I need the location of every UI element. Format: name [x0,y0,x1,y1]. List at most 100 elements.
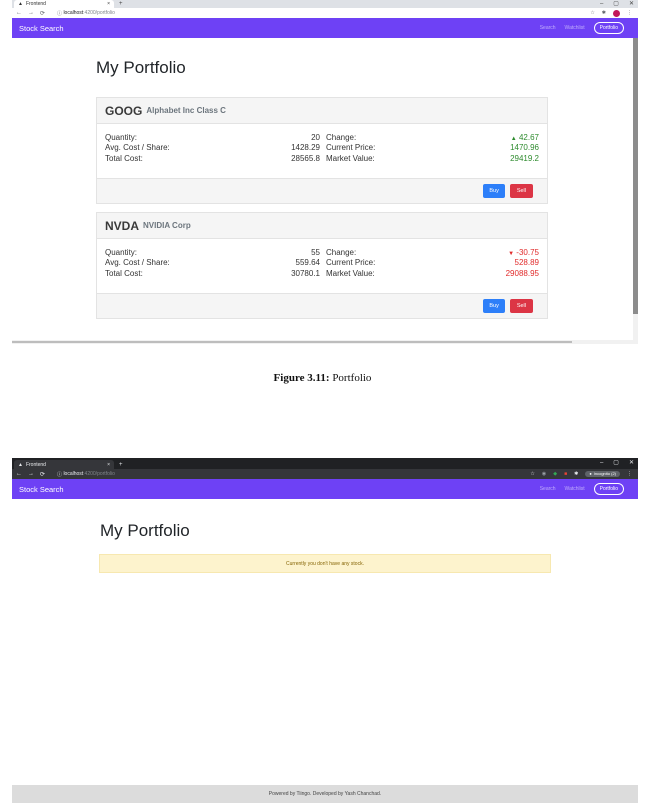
card-header: GOOG Alphabet Inc Class C [97,98,547,124]
url-host: localhost [63,10,84,16]
incognito-indicator[interactable]: ● Incognito (2) [585,471,620,477]
forward-icon[interactable]: → [28,471,34,477]
url-field[interactable]: ⓘ localhost:4200/portfolio [57,10,115,17]
figure-caption: Figure 3.11: Portfolio [0,372,645,384]
menu-kebab-icon[interactable]: ⋮ [627,10,632,16]
reload-icon[interactable]: ⟳ [40,10,45,17]
app-navbar: Stock Search Search Watchlist Portfolio [12,479,638,499]
tab-close-icon[interactable]: × [107,462,110,468]
scrollbar-thumb[interactable] [633,38,638,314]
current-price-label: Current Price: [325,258,376,268]
horizontal-scrollbar-thumb[interactable] [12,341,572,343]
change-value: ▲ 42.67 [510,132,539,142]
market-value-value: 29088.95 [505,268,539,278]
holding-card-goog: GOOG Alphabet Inc Class C Quantity: 20 C… [96,97,548,204]
menu-kebab-icon[interactable]: ⋮ [627,471,632,477]
info-icon: ⓘ [57,10,63,17]
url-host: localhost [63,471,84,477]
buy-button[interactable]: Buy [483,184,505,198]
extension-icon[interactable]: ◆ [553,471,557,477]
change-label: Change: [325,132,357,142]
angular-favicon-icon: ▲ [18,461,23,468]
avg-cost-label: Avg. Cost / Share: [105,258,170,268]
incognito-icon: ● [589,471,592,476]
nav-portfolio-link[interactable]: Portfolio [593,22,624,34]
company-name: Alphabet Inc Class C [146,106,226,115]
avg-cost-value: 1428.29 [291,143,320,153]
close-window-icon[interactable]: ✕ [629,0,634,8]
nav-links: Search Watchlist Portfolio [540,483,624,495]
quantity-value: 20 [311,132,320,142]
ticker-symbol[interactable]: NVDA [105,219,139,233]
new-tab-icon[interactable]: + [119,461,123,469]
bookmark-star-icon[interactable]: ☆ [590,10,594,16]
extensions-puzzle-icon[interactable]: ✱ [574,471,578,477]
card-footer: Buy Sell [97,293,547,318]
extension-icon[interactable]: ■ [564,471,567,477]
toolbar-icons: ☆ ✱ ⋮ [590,8,632,18]
empty-portfolio-alert: Currently you don't have any stock. [99,554,551,573]
window-controls: – ▢ ✕ [600,0,634,8]
current-price-value: 528.89 [514,258,539,268]
caret-up-icon: ▲ [510,135,517,142]
browser-window-2: ▲ Frontend × + – ▢ ✕ ← → ⟳ ⓘ localhost:4… [12,458,638,803]
back-icon[interactable]: ← [16,471,22,477]
avg-cost-label: Avg. Cost / Share: [105,143,170,153]
total-cost-label: Total Cost: [105,268,143,278]
change-label: Change: [325,247,357,257]
url-path: :4200/portfolio [83,10,115,16]
minimize-icon[interactable]: – [600,458,603,469]
profile-avatar-icon[interactable] [613,9,620,17]
change-value: ▼ -30.75 [508,247,539,257]
minimize-icon[interactable]: – [600,0,603,8]
back-icon[interactable]: ← [16,10,22,16]
quantity-label: Quantity: [105,132,138,142]
sell-button[interactable]: Sell [509,299,533,313]
browser-tab[interactable]: ▲ Frontend × [14,0,114,8]
close-window-icon[interactable]: ✕ [629,458,634,469]
nav-portfolio-link[interactable]: Portfolio [593,483,624,495]
window-controls: – ▢ ✕ [600,458,634,469]
brand-link[interactable]: Stock Search [19,485,64,494]
reload-icon[interactable]: ⟳ [40,471,45,478]
quantity-value: 55 [311,247,320,257]
maximize-icon[interactable]: ▢ [613,0,619,8]
nav-search-link[interactable]: Search [540,25,556,31]
bookmark-star-icon[interactable]: ☆ [530,471,534,477]
url-path: :4200/portfolio [83,471,115,477]
maximize-icon[interactable]: ▢ [613,458,619,469]
app-navbar: Stock Search Search Watchlist Portfolio [12,18,638,38]
current-price-value: 1470.96 [510,143,539,153]
forward-icon[interactable]: → [28,10,34,16]
extension-icon[interactable]: ◉ [542,471,546,477]
nav-watchlist-link[interactable]: Watchlist [565,486,585,492]
page-footer: Powered by Tiingo. Developed by Yash Cha… [12,785,638,803]
page-title: My Portfolio [96,58,186,77]
info-icon: ⓘ [57,471,63,478]
figure-label: Figure 3.11: [273,372,330,384]
market-value-label: Market Value: [325,268,375,278]
tab-strip: ▲ Frontend × + – ▢ ✕ [12,458,638,469]
card-body: Quantity: 20 Change: ▲ 42.67 Avg. Cost /… [97,124,547,178]
buy-button[interactable]: Buy [483,299,505,313]
total-cost-value: 30780.1 [291,268,320,278]
ticker-symbol[interactable]: GOOG [105,104,142,118]
horizontal-scrollbar[interactable] [12,340,634,344]
new-tab-icon[interactable]: + [119,0,123,8]
sell-button[interactable]: Sell [509,184,533,198]
url-field[interactable]: ⓘ localhost:4200/portfolio [57,471,115,478]
address-bar: ← → ⟳ ⓘ localhost:4200/portfolio ☆ ◉ ◆ ■… [12,469,638,479]
total-cost-label: Total Cost: [105,153,143,163]
toolbar-icons: ☆ ◉ ◆ ■ ✱ ● Incognito (2) ⋮ [530,469,632,479]
tab-strip: ▲ Frontend × + – ▢ ✕ [12,0,638,8]
nav-links: Search Watchlist Portfolio [540,22,624,34]
extensions-icon[interactable]: ✱ [602,10,606,16]
tab-title: Frontend [25,1,46,7]
browser-tab[interactable]: ▲ Frontend × [14,460,114,469]
nav-search-link[interactable]: Search [540,486,556,492]
card-body: Quantity: 55 Change: ▼ -30.75 Avg. Cost … [97,239,547,293]
tab-close-icon[interactable]: × [107,1,110,7]
brand-link[interactable]: Stock Search [19,24,64,33]
company-name: NVIDIA Corp [143,221,191,230]
nav-watchlist-link[interactable]: Watchlist [565,25,585,31]
